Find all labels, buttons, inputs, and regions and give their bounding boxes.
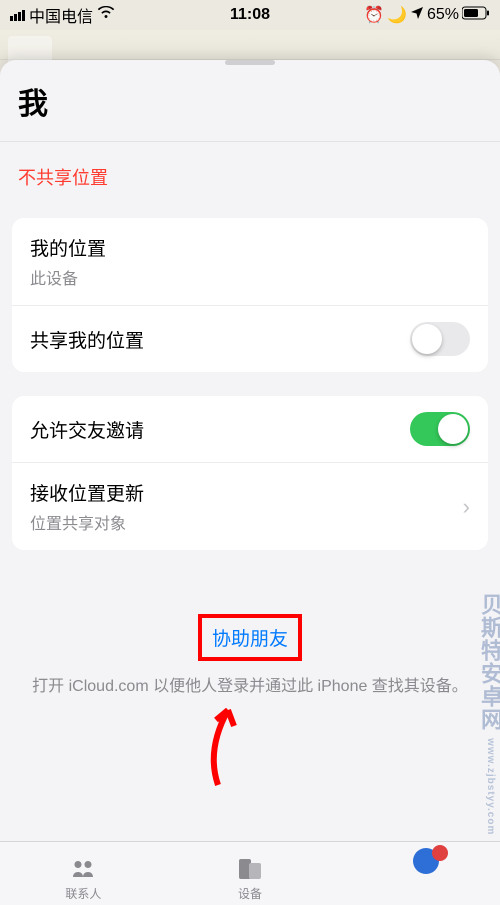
modal-sheet: 我 不共享位置 我的位置 此设备 共享我的位置 允许交友邀请 接收位置更新 xyxy=(0,60,500,905)
people-icon xyxy=(67,856,99,882)
stop-sharing-action[interactable]: 不共享位置 xyxy=(0,142,500,212)
cell-title: 允许交友邀请 xyxy=(30,416,144,443)
watermark-text: 贝斯特安卓网 www.zjbstyy.com xyxy=(474,593,500,835)
alarm-icon: ⏰ xyxy=(364,5,384,25)
cell-sub: 此设备 xyxy=(30,265,106,289)
tab-devices[interactable]: 设备 xyxy=(167,842,334,905)
map-background xyxy=(0,30,500,60)
signal-icon xyxy=(10,10,25,21)
help-section: 协助朋友 打开 iCloud.com 以便他人登录并通过此 iPhone 查找其… xyxy=(0,574,500,709)
tab-contacts[interactable]: 联系人 xyxy=(0,842,167,905)
annotation-arrow-icon xyxy=(188,700,248,790)
my-location-cell[interactable]: 我的位置 此设备 xyxy=(12,218,488,306)
share-location-switch[interactable] xyxy=(410,322,470,356)
cell-sub: 位置共享对象 xyxy=(30,510,144,534)
allow-friend-cell: 允许交友邀请 xyxy=(12,396,488,463)
battery-label: 65% xyxy=(427,6,459,24)
settings-group-1: 我的位置 此设备 共享我的位置 xyxy=(12,218,488,372)
sheet-header: 我 xyxy=(0,75,500,142)
cell-title: 接收位置更新 xyxy=(30,479,144,506)
chevron-right-icon: › xyxy=(463,494,470,520)
cell-title: 我的位置 xyxy=(30,234,106,261)
dnd-icon: 🌙 xyxy=(387,5,407,25)
tab-label: 联系人 xyxy=(65,885,101,902)
devices-icon xyxy=(234,856,266,882)
wifi-icon xyxy=(97,6,115,25)
help-friend-link[interactable]: 协助朋友 xyxy=(198,614,302,661)
battery-icon xyxy=(462,6,490,25)
help-description: 打开 iCloud.com 以便他人登录并通过此 iPhone 查找其设备。 xyxy=(25,675,475,699)
settings-group-2: 允许交友邀请 接收位置更新 位置共享对象 › xyxy=(12,396,488,550)
page-title: 我 xyxy=(18,79,482,123)
status-left: 中国电信 xyxy=(10,3,115,27)
tab-label: 设备 xyxy=(238,885,262,902)
cell-title: 共享我的位置 xyxy=(30,326,144,353)
status-right: ⏰ 🌙 65% xyxy=(364,5,490,25)
carrier-label: 中国电信 xyxy=(29,3,93,27)
sheet-grabber[interactable] xyxy=(225,60,275,65)
location-icon xyxy=(410,6,424,25)
status-bar: 中国电信 11:08 ⏰ 🌙 65% xyxy=(0,0,500,30)
watermark-badge-icon xyxy=(412,843,450,875)
allow-friend-switch[interactable] xyxy=(410,412,470,446)
status-time: 11:08 xyxy=(230,6,270,24)
receive-updates-cell[interactable]: 接收位置更新 位置共享对象 › xyxy=(12,463,488,550)
share-location-cell: 共享我的位置 xyxy=(12,306,488,372)
